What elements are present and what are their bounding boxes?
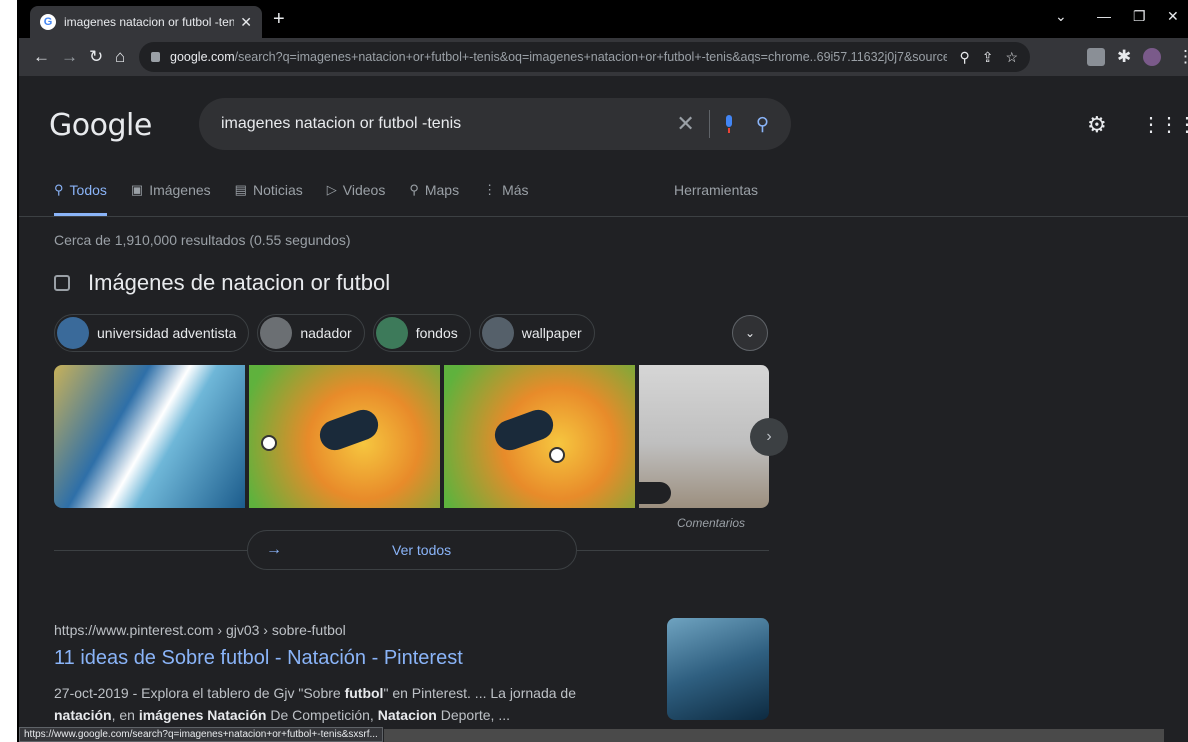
close-tab-icon[interactable]: ✕ (240, 14, 252, 31)
chip-thumbnail (57, 317, 89, 349)
image-result[interactable] (444, 365, 635, 508)
nav-divider (19, 216, 1188, 217)
forward-icon[interactable]: → (61, 48, 78, 65)
share-icon[interactable]: ⇪ (982, 49, 994, 66)
arrow-right-icon: → (266, 541, 282, 558)
extension-icon[interactable] (1087, 48, 1105, 66)
chevron-down-icon[interactable]: ⌄ (732, 315, 768, 351)
tab-title: imagenes natacion or futbol -ten (64, 15, 234, 29)
status-bar: https://www.google.com/search?q=imagenes… (19, 727, 383, 742)
apps-grid-icon[interactable]: ⋮⋮⋮ (1141, 112, 1188, 137)
player-shape (490, 405, 558, 455)
window-close-icon[interactable]: ✕ (1167, 8, 1179, 25)
zoom-icon[interactable]: ⚲ (959, 49, 969, 66)
back-icon[interactable]: ← (33, 48, 50, 65)
extensions-puzzle-icon[interactable]: ✱ (1117, 48, 1131, 65)
tag-icon (639, 482, 671, 504)
clear-icon[interactable]: ✕ (676, 111, 694, 137)
profile-avatar[interactable] (1143, 48, 1161, 66)
tab-search-icon[interactable]: ⌄ (1055, 8, 1067, 25)
minimize-icon[interactable]: — (1097, 8, 1111, 24)
image-result[interactable] (249, 365, 440, 508)
search-input[interactable]: imagenes natacion or futbol -tenis (221, 115, 676, 133)
reload-icon[interactable]: ↻ (89, 48, 103, 65)
lock-icon (151, 52, 160, 62)
restore-icon[interactable]: ❐ (1133, 8, 1146, 25)
microphone-icon[interactable] (724, 115, 734, 133)
map-pin-icon: ⚲ (409, 182, 419, 197)
ball-shape (261, 435, 277, 451)
tab-todos[interactable]: ⚲ Todos (54, 182, 107, 216)
image-result[interactable] (54, 365, 245, 508)
result-snippet: 27-oct-2019 - Explora el tablero de Gjv … (54, 685, 576, 723)
image-icon (54, 275, 70, 291)
image-icon: ▣ (130, 182, 144, 197)
tools-button[interactable]: Herramientas (674, 182, 758, 198)
search-box[interactable]: imagenes natacion or futbol -tenis ✕ ⚲ (199, 98, 791, 150)
google-favicon-icon: G (40, 14, 56, 30)
search-divider (708, 110, 710, 138)
more-vert-icon: ⋮ (483, 182, 497, 197)
address-bar[interactable]: google.com/search?q=imagenes+natacion+or… (139, 42, 1030, 72)
chip-thumbnail (260, 317, 293, 349)
ball-shape (549, 447, 565, 463)
search-icon[interactable]: ⚲ (756, 114, 769, 135)
chip-thumbnail (375, 317, 408, 349)
home-icon[interactable]: ⌂ (115, 48, 125, 65)
image-carousel (54, 365, 773, 508)
result-thumbnail[interactable] (667, 618, 769, 720)
news-icon: ▤ (234, 182, 247, 197)
chip-thumbnail (481, 317, 514, 349)
settings-gear-icon[interactable]: ⚙ (1087, 112, 1107, 138)
tab-strip: G imagenes natacion or futbol -ten ✕ + ⌄… (19, 0, 1188, 38)
feedback-link[interactable]: Comentarios (677, 516, 745, 530)
horizontal-scrollbar[interactable] (384, 729, 1164, 742)
search-icon: ⚲ (54, 182, 64, 197)
chip-fondos[interactable]: fondos (372, 314, 471, 352)
bookmark-star-icon[interactable]: ☆ (1005, 49, 1018, 66)
browser-window: G imagenes natacion or futbol -ten ✕ + ⌄… (17, 0, 1188, 742)
result-title[interactable]: 11 ideas de Sobre futbol - Natación - Pi… (54, 647, 463, 670)
new-tab-icon[interactable]: + (273, 8, 285, 31)
chip-nadador[interactable]: nadador (257, 314, 365, 352)
result-stats: Cerca de 1,910,000 resultados (0.55 segu… (54, 232, 351, 248)
browser-tab[interactable]: G imagenes natacion or futbol -ten ✕ (30, 6, 262, 38)
see-all-button[interactable]: → Ver todos (247, 530, 577, 570)
menu-kebab-icon[interactable]: ⋮ (1177, 48, 1188, 65)
address-url: google.com/search?q=imagenes+natacion+or… (170, 50, 948, 64)
tab-imagenes[interactable]: ▣ Imágenes (131, 182, 211, 216)
video-icon: ▷ (326, 182, 337, 197)
chip-universidad-adventista[interactable]: universidad adventista (54, 314, 250, 352)
tab-videos[interactable]: ▷ Videos (327, 182, 386, 216)
images-section-title[interactable]: Imágenes de natacion or futbol (54, 270, 390, 296)
result-url[interactable]: https://www.pinterest.com › gjv03 › sobr… (54, 622, 346, 638)
tab-noticias[interactable]: ▤ Noticias (235, 182, 303, 216)
chevron-right-icon[interactable]: › (750, 418, 788, 456)
chip-wallpaper[interactable]: wallpaper (478, 314, 595, 352)
tab-maps[interactable]: ⚲ Maps (409, 182, 459, 216)
image-chips: universidad adventista nadador fondos wa… (54, 314, 603, 352)
search-nav-tabs: ⚲ Todos ▣ Imágenes ▤ Noticias ▷ Videos ⚲ Maps… (54, 182, 553, 216)
tab-mas[interactable]: ⋮ Más (483, 182, 528, 216)
google-logo[interactable]: Google (49, 108, 152, 143)
player-shape (315, 405, 383, 455)
browser-toolbar: ← → ↻ ⌂ google.com/search?q=imagenes+nat… (19, 38, 1188, 76)
